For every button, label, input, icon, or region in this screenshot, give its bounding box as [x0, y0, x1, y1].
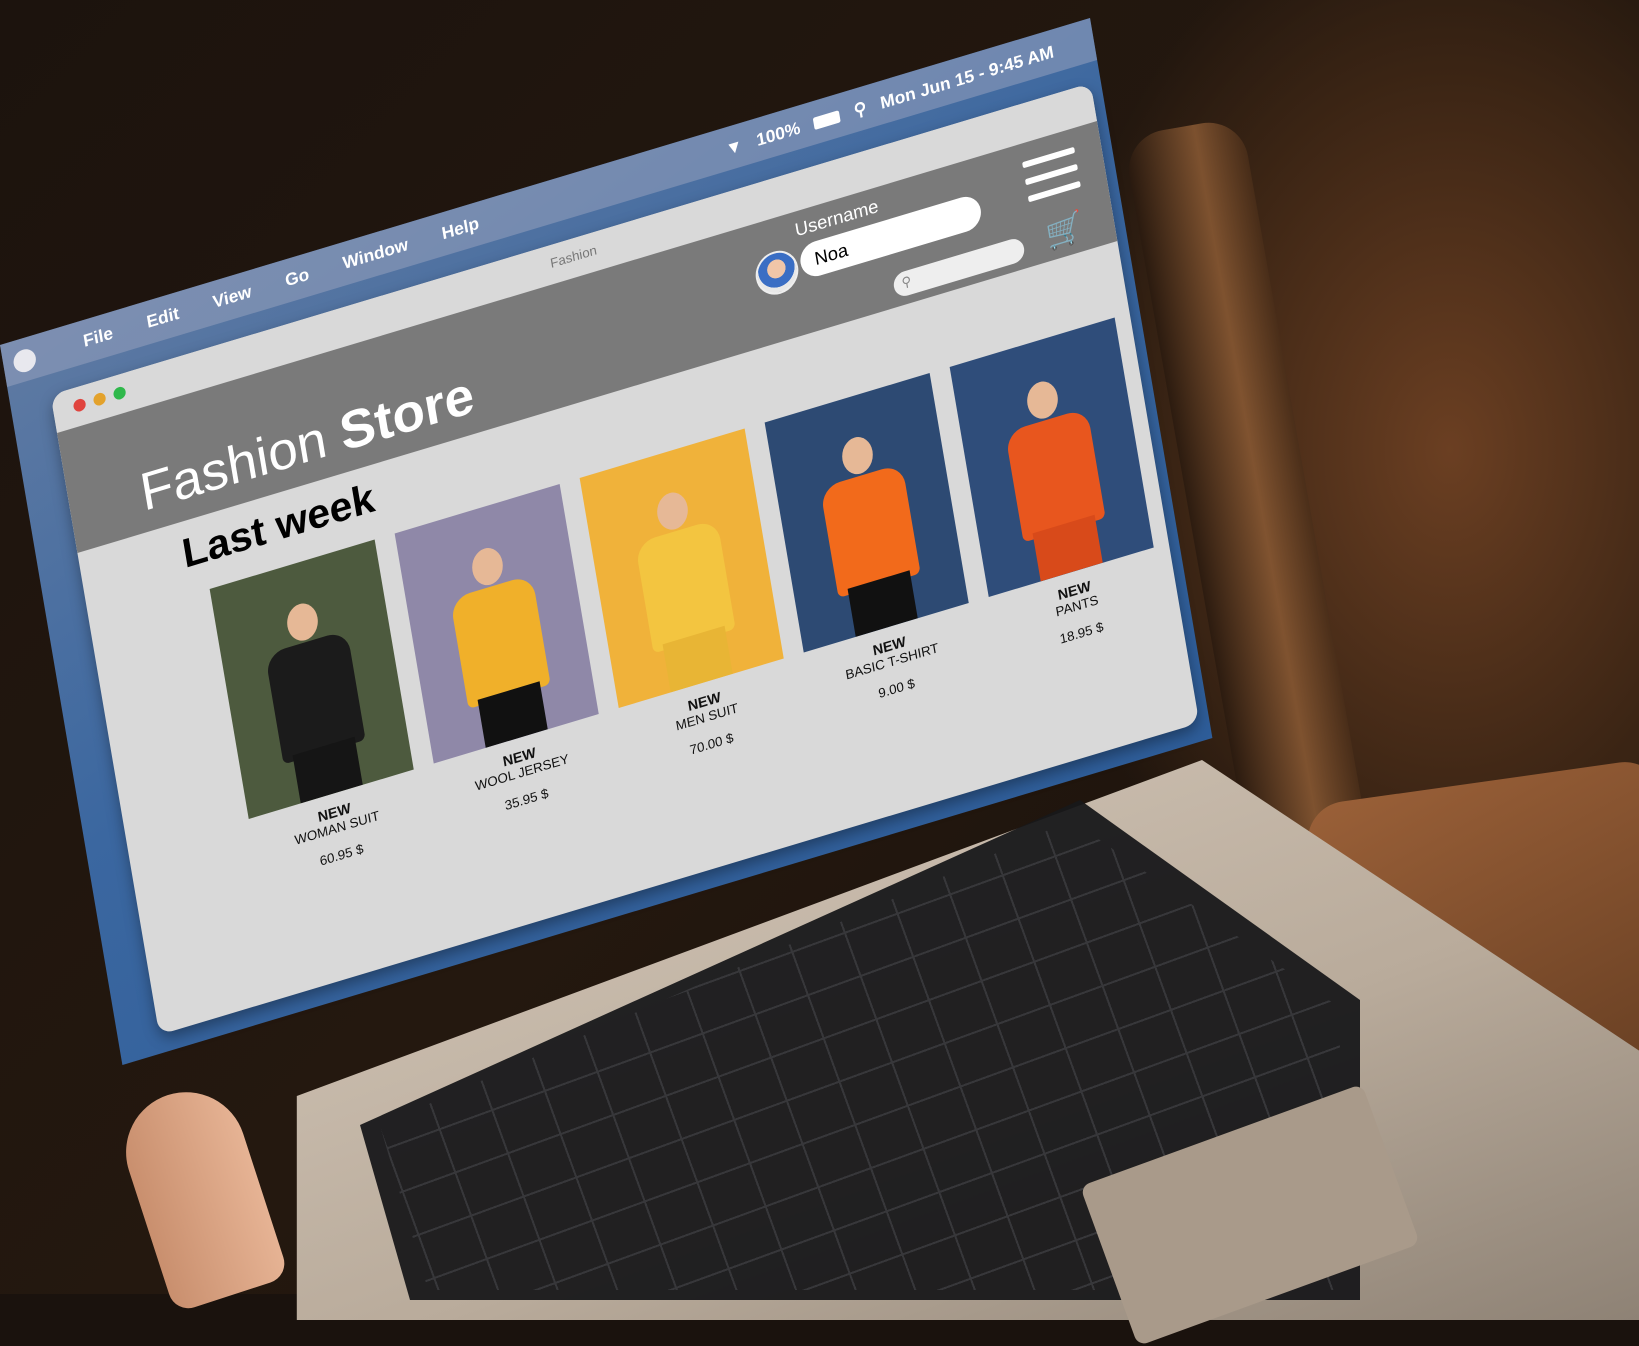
- menu-file[interactable]: File: [82, 323, 115, 352]
- search-icon[interactable]: ⚲: [852, 98, 868, 122]
- product-card[interactable]: NEW BASIC T-SHIRT 9.00 $: [764, 373, 981, 721]
- battery-icon[interactable]: [813, 110, 842, 130]
- brand-bold: Store: [335, 365, 479, 464]
- menu-edit[interactable]: Edit: [145, 303, 181, 333]
- menu-help[interactable]: Help: [440, 213, 480, 244]
- cart-icon[interactable]: 🛒: [1043, 208, 1086, 254]
- hamburger-menu-icon[interactable]: [1022, 146, 1081, 203]
- menu-window[interactable]: Window: [341, 235, 409, 275]
- product-card[interactable]: NEW MEN SUIT 70.00 $: [579, 428, 796, 777]
- laptop: File Edit View Go Window Help ▼ 100% ⚲ M…: [0, 0, 1639, 1346]
- model-head: [839, 433, 876, 479]
- wifi-icon[interactable]: ▼: [724, 135, 744, 160]
- product-card[interactable]: NEW WOMAN SUIT 60.95 $: [209, 539, 426, 888]
- avatar[interactable]: [752, 245, 802, 300]
- model-head: [1024, 377, 1061, 423]
- product-photo[interactable]: [579, 428, 784, 708]
- apple-menu-icon[interactable]: [11, 346, 38, 375]
- product-card[interactable]: NEW WOOL JERSEY 35.95 $: [394, 484, 611, 832]
- product-card[interactable]: NEW PANTS 18.95 $: [949, 317, 1166, 666]
- product-price: 18.95 $: [1058, 618, 1105, 647]
- product-price: 70.00 $: [688, 729, 735, 758]
- product-photo[interactable]: [209, 539, 414, 819]
- product-photo[interactable]: [949, 317, 1154, 597]
- model-head: [284, 599, 321, 645]
- product-price: 35.95 $: [503, 785, 550, 814]
- product-price: 60.95 $: [318, 840, 365, 869]
- menu-view[interactable]: View: [211, 282, 253, 314]
- model-head: [469, 544, 506, 590]
- model-head: [654, 488, 691, 534]
- product-price: 9.00 $: [877, 675, 916, 702]
- battery-percent: 100%: [754, 118, 802, 151]
- product-photo[interactable]: [764, 373, 969, 653]
- menu-go[interactable]: Go: [284, 264, 311, 291]
- hand: [110, 1076, 290, 1314]
- product-photo[interactable]: [394, 484, 599, 764]
- search-icon: ⚲: [900, 272, 913, 291]
